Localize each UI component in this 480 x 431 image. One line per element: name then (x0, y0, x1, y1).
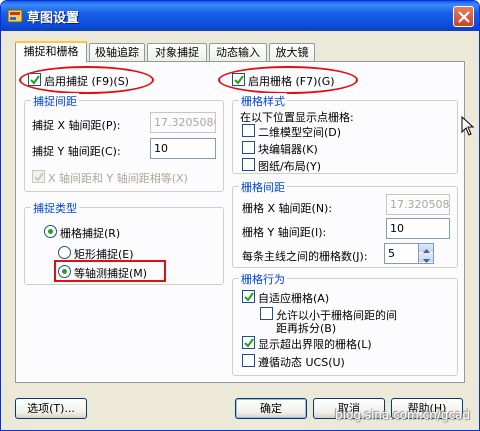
grid-y-field[interactable]: 10 (386, 218, 450, 239)
grid-style-title: 栅格样式 (239, 93, 287, 109)
radio-dot (48, 229, 53, 234)
adaptive-grid-label: 自适应栅格(A) (258, 292, 330, 305)
tab-polar-tracking[interactable]: 极轴追踪 (89, 43, 145, 61)
grid-snap-label: 栅格捕捉(R) (60, 227, 121, 240)
snap-y-label: 捕捉 Y 轴间距(C): (32, 145, 121, 158)
highlight-ellipse-grid (218, 66, 358, 94)
block-editor-label: 块编辑器(K) (258, 143, 318, 156)
adaptive-grid-checkbox[interactable] (242, 290, 255, 303)
grid-major-spinner[interactable] (418, 244, 433, 263)
close-button[interactable] (453, 6, 474, 27)
allow-subdivide-label-2: 距再拆分(B) (276, 322, 337, 335)
snap-y-field[interactable]: 10 (150, 138, 216, 159)
highlight-box-iso (54, 260, 166, 282)
grid-behavior-title: 栅格行为 (239, 271, 287, 287)
grid-style-hint: 在以下位置显示点栅格: (240, 111, 354, 124)
snap-type-title: 捕捉类型 (31, 200, 79, 216)
checkmark-icon (244, 292, 254, 302)
model-space-label: 二维模型空间(D) (258, 126, 342, 139)
tab-object-snap[interactable]: 对象捕捉 (147, 43, 207, 61)
close-icon (458, 11, 470, 23)
spinner-down-button[interactable] (419, 253, 433, 263)
tab-panel: 启用捕捉 (F9)(S) 捕捉间距 捕捉 X 轴间距(P): 17.320508… (15, 61, 465, 383)
window-title: 草图设置 (27, 11, 80, 26)
beyond-limits-label: 显示超出界限的栅格(L) (258, 338, 372, 351)
options-button[interactable]: 选项(T)... (15, 398, 87, 419)
grid-major-value: 5 (388, 247, 395, 260)
model-space-checkbox[interactable] (242, 124, 255, 137)
snap-spacing-title: 捕捉间距 (31, 93, 79, 109)
arrow-down-icon (423, 259, 430, 263)
mouse-cursor-icon (461, 116, 475, 136)
checkmark-icon (34, 172, 44, 182)
block-editor-checkbox[interactable] (242, 141, 255, 154)
spinner-up-button[interactable] (419, 244, 433, 253)
grid-major-label: 每条主线之间的栅格数(J): (242, 250, 368, 263)
snap-x-field[interactable]: 17.3205080 (150, 112, 216, 133)
grid-snap-radio[interactable] (44, 225, 57, 238)
checkmark-icon (244, 338, 254, 348)
beyond-limits-checkbox[interactable] (242, 336, 255, 349)
grid-x-field[interactable]: 17.3205080 (386, 194, 450, 215)
rect-snap-radio[interactable] (58, 246, 71, 259)
equal-spacing-label: X 轴间距和 Y 轴间距相等(X) (48, 172, 188, 185)
highlight-ellipse-snap (19, 66, 154, 94)
allow-subdivide-checkbox[interactable] (260, 307, 273, 320)
grid-spacing-title: 栅格间距 (239, 179, 287, 195)
sheet-layout-checkbox[interactable] (242, 158, 255, 171)
title-bar[interactable]: 草图设置 (1, 1, 479, 31)
tab-snap-grid[interactable]: 捕捉和栅格 (15, 41, 87, 62)
tab-magnifier[interactable]: 放大镜 (269, 43, 315, 61)
ok-button[interactable]: 确定 (235, 398, 307, 419)
watermark-text: blog.sina.com.cn/gcad (335, 408, 470, 422)
tab-dynamic-input[interactable]: 动态输入 (209, 43, 267, 61)
grid-y-label: 栅格 Y 轴间距(I): (242, 226, 327, 239)
snap-x-label: 捕捉 X 轴间距(P): (32, 119, 121, 132)
grid-major-field[interactable]: 5 (384, 243, 434, 264)
follow-ucs-checkbox[interactable] (242, 354, 255, 367)
grid-x-label: 栅格 X 轴间距(N): (242, 202, 333, 215)
app-icon (7, 9, 23, 23)
sheet-layout-label: 图纸/布局(Y) (258, 160, 322, 173)
follow-ucs-label: 遵循动态 UCS(U) (258, 356, 345, 369)
dialog-window: 草图设置 捕捉和栅格 极轴追踪 对象捕捉 动态输入 放大镜 启用捕捉 (F9)(… (0, 0, 480, 431)
equal-spacing-checkbox[interactable] (32, 170, 45, 183)
